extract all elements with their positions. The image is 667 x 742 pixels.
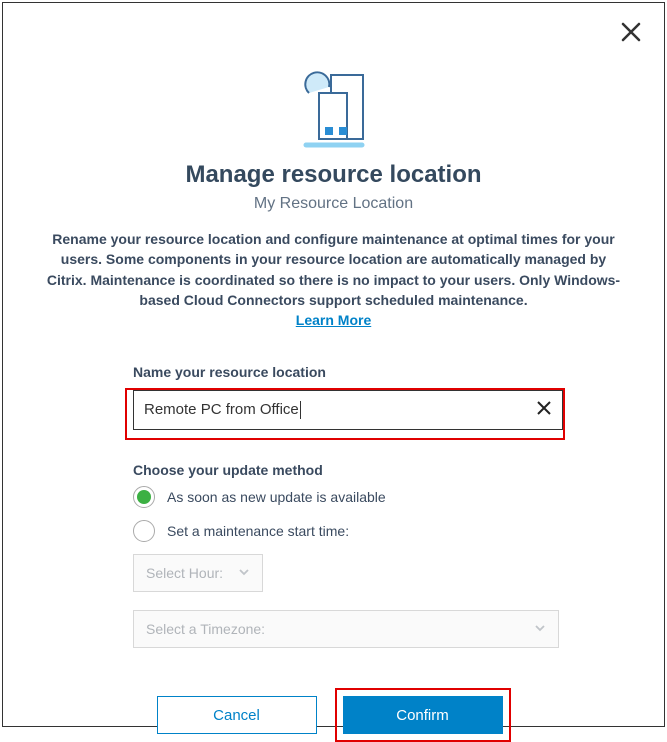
description-text: Rename your resource location and config… <box>47 231 620 308</box>
dialog-footer: Cancel Confirm <box>33 696 634 742</box>
name-input-highlight: Remote PC from Office <box>125 388 565 440</box>
chevron-down-icon <box>238 565 250 581</box>
select-timezone-dropdown: Select a Timezone: <box>133 610 559 648</box>
close-icon[interactable] <box>620 21 642 48</box>
name-field-label: Name your resource location <box>133 364 549 380</box>
name-input[interactable]: Remote PC from Office <box>133 390 563 430</box>
learn-more-link[interactable]: Learn More <box>296 312 371 328</box>
radio-schedule-label: Set a maintenance start time: <box>167 523 349 539</box>
name-input-value: Remote PC from Office <box>144 401 301 419</box>
manage-resource-dialog: Manage resource location My Resource Loc… <box>2 2 665 727</box>
select-hour-placeholder: Select Hour: <box>146 565 223 581</box>
form-area: Name your resource location Remote PC fr… <box>133 364 549 648</box>
update-method-label: Choose your update method <box>133 462 549 478</box>
dialog-title: Manage resource location <box>33 161 634 189</box>
radio-schedule[interactable] <box>133 520 155 542</box>
select-timezone-placeholder: Select a Timezone: <box>146 621 265 637</box>
update-option-schedule[interactable]: Set a maintenance start time: <box>133 520 549 542</box>
dialog-subtitle: My Resource Location <box>33 195 634 213</box>
dialog-description: Rename your resource location and config… <box>41 229 626 330</box>
select-hour-dropdown: Select Hour: <box>133 554 263 592</box>
update-option-asap[interactable]: As soon as new update is available <box>133 486 549 508</box>
confirm-button-highlight: Confirm <box>335 688 511 742</box>
chevron-down-icon <box>534 621 546 637</box>
radio-asap-label: As soon as new update is available <box>167 489 386 505</box>
update-method-group: Choose your update method As soon as new… <box>133 462 549 648</box>
resource-location-illustration-icon <box>33 63 634 149</box>
clear-icon[interactable] <box>536 399 552 422</box>
dialog-header: Manage resource location My Resource Loc… <box>33 63 634 330</box>
radio-asap[interactable] <box>133 486 155 508</box>
